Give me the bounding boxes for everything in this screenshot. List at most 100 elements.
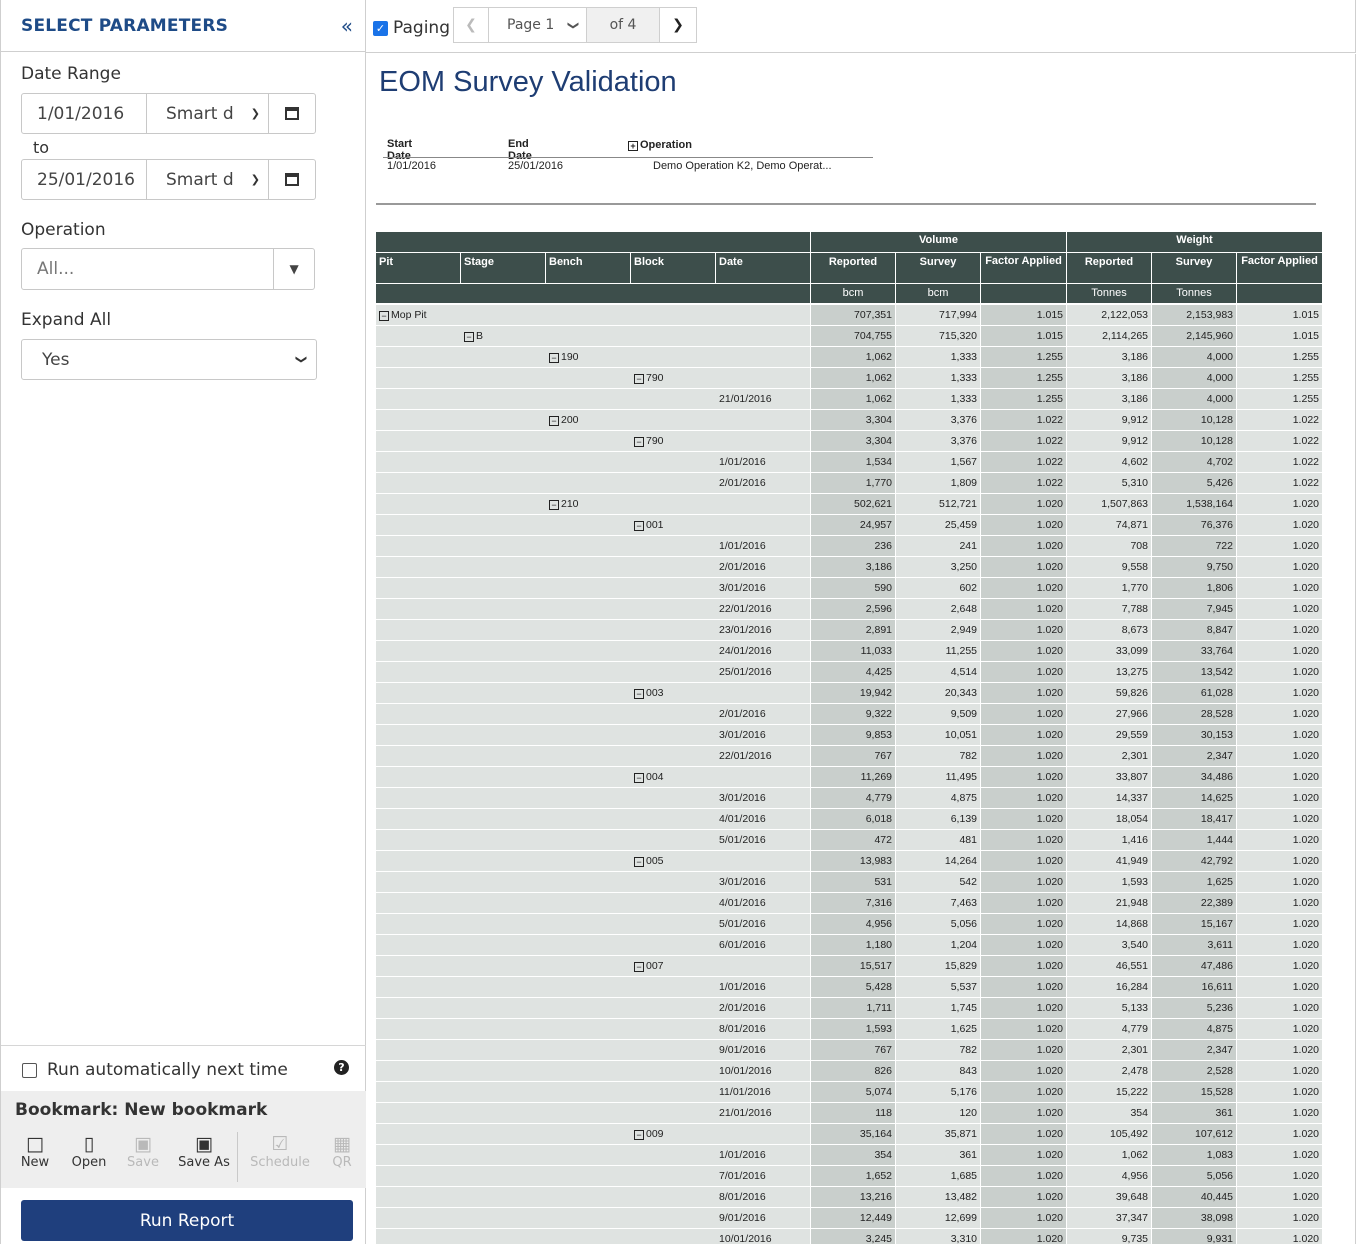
group-label-cell[interactable]: − B [464, 326, 483, 346]
table-row: 5/01/2016 4,956 5,056 1.020 14,868 15,167 1.02… [376, 914, 1322, 935]
group-label-cell[interactable]: −007 [634, 956, 664, 976]
column-header-weight-factor[interactable]: Factor Applied [1237, 253, 1322, 283]
column-header-weight-reported[interactable]: Reported [1067, 253, 1151, 283]
collapse-icon[interactable]: − [549, 353, 559, 363]
run-automatically-checkbox[interactable] [22, 1062, 37, 1078]
double-chevron-left-icon[interactable]: « [341, 14, 353, 38]
expand-icon[interactable]: + [628, 141, 638, 151]
collapse-icon[interactable]: − [464, 332, 474, 342]
collapse-icon[interactable]: − [634, 437, 644, 447]
tree-cell-background [376, 347, 810, 367]
schedule-button[interactable]: ☑ Schedule [247, 1133, 313, 1170]
group-label-cell[interactable]: −210 [549, 494, 579, 514]
new-bookmark-button[interactable]: □ New [17, 1133, 53, 1170]
table-row: 22/01/2016 767 782 1.020 2,301 2,347 1.020 [376, 746, 1322, 767]
column-header-block[interactable]: Block [631, 253, 715, 283]
column-header-volume-factor[interactable]: Factor Applied [981, 253, 1066, 283]
row-label: 3/01/2016 [719, 729, 766, 741]
start-smart-date-select[interactable]: Smart d ❯ [146, 94, 268, 133]
group-label-cell[interactable]: −790 [634, 431, 664, 451]
weight-reported-cell: 105,492 [1067, 1124, 1151, 1144]
group-label-cell[interactable]: −005 [634, 851, 664, 871]
open-bookmark-button[interactable]: ▯ Open [67, 1133, 111, 1170]
volume-survey-cell: 20,343 [896, 683, 980, 703]
date-cell: 23/01/2016 [719, 620, 772, 640]
next-page-button[interactable]: ❯ [659, 7, 697, 43]
end-calendar-button[interactable] [268, 160, 315, 199]
start-calendar-button[interactable] [268, 94, 315, 133]
collapse-icon[interactable]: − [634, 374, 644, 384]
help-icon[interactable]: ? [334, 1060, 349, 1075]
start-date-input[interactable]: 1/01/2016 [22, 94, 146, 133]
collapse-icon[interactable]: − [634, 962, 644, 972]
save-as-bookmark-button[interactable]: ▣ Save As [175, 1133, 233, 1170]
volume-reported-cell: 9,853 [811, 725, 895, 745]
table-row: −790 3,304 3,376 1.022 9,912 10,128 1.022 [376, 431, 1322, 452]
table-row: 1/01/2016 5,428 5,537 1.020 16,284 16,611 1.02… [376, 977, 1322, 998]
column-header-weight-survey[interactable]: Survey [1152, 253, 1236, 283]
page-select[interactable]: Page 1 ❯ [488, 7, 587, 43]
expand-all-select[interactable]: Yes ❯ [21, 339, 317, 380]
date-cell: 2/01/2016 [719, 557, 766, 577]
collapse-icon[interactable]: − [379, 311, 389, 321]
column-header-pit[interactable]: Pit [376, 253, 460, 283]
volume-survey-cell: 1,333 [896, 389, 980, 409]
collapse-icon[interactable]: − [634, 1130, 644, 1140]
weight-survey-cell: 8,847 [1152, 620, 1236, 640]
tree-cell-background [376, 1124, 810, 1144]
group-label-cell[interactable]: −200 [549, 410, 579, 430]
run-report-button[interactable]: Run Report [21, 1200, 353, 1241]
group-label-cell[interactable]: −190 [549, 347, 579, 367]
operation-select[interactable]: All... ▼ [21, 248, 315, 290]
calendar-check-icon: ☑ [271, 1133, 289, 1155]
group-label-cell[interactable]: −001 [634, 515, 664, 535]
weight-reported-cell: 14,337 [1067, 788, 1151, 808]
collapse-icon[interactable]: − [634, 521, 644, 531]
volume-reported-cell: 354 [811, 1145, 895, 1165]
save-bookmark-button[interactable]: ▣ Save [125, 1133, 161, 1170]
collapse-icon[interactable]: − [549, 416, 559, 426]
group-label-cell[interactable]: −790 [634, 368, 664, 388]
paging-checkbox[interactable]: ✓ [373, 20, 388, 36]
row-label: 3/01/2016 [719, 582, 766, 594]
column-header-volume-survey[interactable]: Survey [896, 253, 980, 283]
column-header-date[interactable]: Date [716, 253, 810, 283]
table-row: −003 19,942 20,343 1.020 59,826 61,028 1.020 [376, 683, 1322, 704]
end-date-input[interactable]: 25/01/2016 [22, 160, 146, 199]
weight-reported-cell: 1,416 [1067, 830, 1151, 850]
weight-reported-cell: 1,062 [1067, 1145, 1151, 1165]
row-label: 4/01/2016 [719, 813, 766, 825]
weight-survey-cell: 16,611 [1152, 977, 1236, 997]
collapse-icon[interactable]: − [634, 857, 644, 867]
paging-toggle[interactable]: ✓ Paging [373, 18, 450, 38]
column-header-volume-reported[interactable]: Reported [811, 253, 895, 283]
end-smart-date-select[interactable]: Smart d ❯ [146, 160, 268, 199]
collapse-icon[interactable]: − [634, 773, 644, 783]
collapse-icon[interactable]: − [549, 500, 559, 510]
collapse-icon[interactable]: − [634, 689, 644, 699]
column-header-bench[interactable]: Bench [546, 253, 630, 283]
weight-reported-cell: 3,186 [1067, 347, 1151, 367]
group-label-cell[interactable]: −004 [634, 767, 664, 787]
volume-survey-cell: 1,745 [896, 998, 980, 1018]
weight-group-header: Weight [1067, 232, 1322, 252]
table-row: − B 704,755 715,320 1.015 2,114,265 2,145,960 1… [376, 326, 1322, 347]
weight-reported-cell: 59,826 [1067, 683, 1151, 703]
group-label-cell[interactable]: −003 [634, 683, 664, 703]
previous-page-button[interactable]: ❮ [453, 7, 489, 43]
qr-button[interactable]: ▦ QR [327, 1133, 357, 1170]
volume-survey-cell: 35,871 [896, 1124, 980, 1144]
volume-factor-cell: 1.020 [981, 599, 1066, 619]
weight-survey-cell: 9,931 [1152, 1229, 1236, 1244]
group-label-cell[interactable]: − Mop Pit [379, 305, 427, 325]
caret-down-icon[interactable]: ▼ [273, 249, 314, 289]
save-as-label: Save As [178, 1155, 230, 1170]
volume-survey-cell: 2,648 [896, 599, 980, 619]
weight-reported-cell: 3,186 [1067, 368, 1151, 388]
volume-survey-cell: 843 [896, 1061, 980, 1081]
weight-survey-cell: 2,347 [1152, 1040, 1236, 1060]
group-label-cell[interactable]: −009 [634, 1124, 664, 1144]
column-header-stage[interactable]: Stage [461, 253, 545, 283]
date-cell: 2/01/2016 [719, 998, 766, 1018]
weight-factor-cell: 1.020 [1237, 809, 1322, 829]
